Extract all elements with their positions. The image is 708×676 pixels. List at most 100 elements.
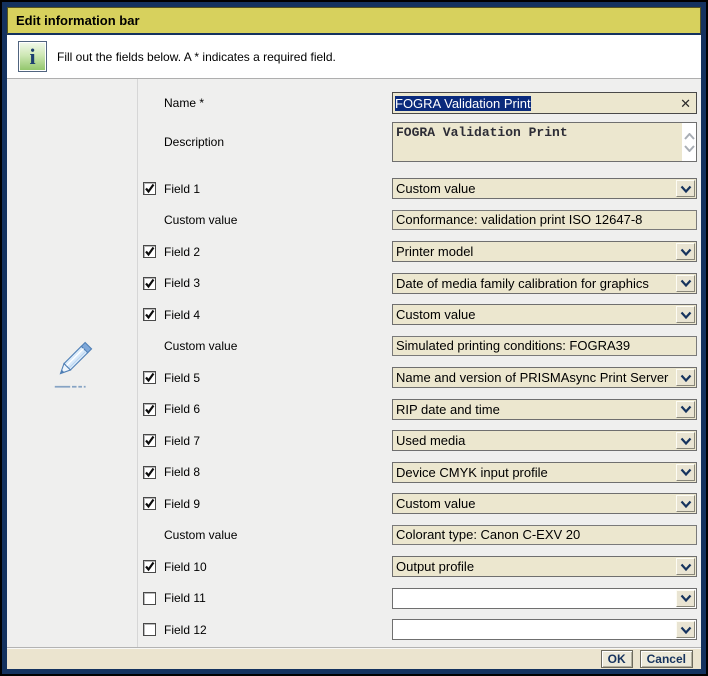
dropdown-value: Custom value xyxy=(393,496,676,511)
scroll-down-icon[interactable] xyxy=(684,145,695,152)
field-row: Field 9 Custom value xyxy=(138,488,701,520)
description-scrollbar[interactable] xyxy=(682,123,696,161)
custom-value-input[interactable]: Simulated printing conditions: FOGRA39 xyxy=(392,336,697,356)
row-label-group: Field 7 xyxy=(138,434,392,448)
dropdown-value: Device CMYK input profile xyxy=(393,465,676,480)
info-bar: i Fill out the fields below. A * indicat… xyxy=(7,35,701,79)
field-row: Field 11 xyxy=(138,583,701,615)
dropdown-arrow-button[interactable] xyxy=(676,275,695,292)
dropdown-arrow-button[interactable] xyxy=(676,401,695,418)
description-value: FOGRA Validation Print xyxy=(393,123,682,161)
row-label-group: Field 8 xyxy=(138,465,392,479)
field-2-checkbox[interactable] xyxy=(143,245,156,258)
name-value: FOGRA Validation Print xyxy=(395,96,680,111)
field-7-checkbox[interactable] xyxy=(143,434,156,447)
row-label-group: Field 5 xyxy=(138,371,392,385)
dropdown-arrow-button[interactable] xyxy=(676,558,695,575)
name-row: Name * FOGRA Validation Print ✕ xyxy=(138,91,701,115)
dropdown-arrow-button[interactable] xyxy=(676,464,695,481)
field-6-label: Field 6 xyxy=(164,402,200,416)
chevron-down-icon xyxy=(680,311,692,319)
field-5-dropdown[interactable]: Name and version of PRISMAsync Print Ser… xyxy=(392,367,697,388)
dropdown-arrow-button[interactable] xyxy=(676,369,695,386)
row-label-group: Field 10 xyxy=(138,560,392,574)
field-9-checkbox[interactable] xyxy=(143,497,156,510)
dropdown-arrow-button[interactable] xyxy=(676,243,695,260)
field-12-checkbox[interactable] xyxy=(143,623,156,636)
field-8-checkbox[interactable] xyxy=(143,466,156,479)
field-4-checkbox[interactable] xyxy=(143,308,156,321)
dropdown-value: Custom value xyxy=(393,307,676,322)
form-content: Name * FOGRA Validation Print ✕ Descript… xyxy=(7,79,701,647)
field-3-dropdown[interactable]: Date of media family calibration for gra… xyxy=(392,273,697,294)
row-label-group: Custom value xyxy=(138,339,392,353)
field-8-dropdown[interactable]: Device CMYK input profile xyxy=(392,462,697,483)
field-11-checkbox[interactable] xyxy=(143,592,156,605)
row-label-group: Field 1 xyxy=(138,182,392,196)
field-10-checkbox[interactable] xyxy=(143,560,156,573)
dialog-inner: Edit information bar i Fill out the fiel… xyxy=(7,7,701,669)
custom-value-row: Custom value Simulated printing condition… xyxy=(138,331,701,363)
field-4-dropdown[interactable]: Custom value xyxy=(392,304,697,325)
dropdown-arrow-button[interactable] xyxy=(676,306,695,323)
row-label-group: Field 6 xyxy=(138,402,392,416)
dropdown-arrow-button[interactable] xyxy=(676,180,695,197)
field-9-label: Field 9 xyxy=(164,497,200,511)
check-icon xyxy=(144,561,155,572)
check-icon xyxy=(144,435,155,446)
chevron-down-icon xyxy=(680,279,692,287)
chevron-down-icon xyxy=(680,626,692,634)
field-4-label: Field 4 xyxy=(164,308,200,322)
custom-value-row: Custom valueConformance: validation prin… xyxy=(138,205,701,237)
dropdown-arrow-button[interactable] xyxy=(676,432,695,449)
cancel-button[interactable]: Cancel xyxy=(640,650,693,668)
name-label: Name * xyxy=(138,96,392,110)
chevron-down-icon xyxy=(680,374,692,382)
info-message: Fill out the fields below. A * indicates… xyxy=(57,50,336,64)
field-3-checkbox[interactable] xyxy=(143,277,156,290)
field-11-dropdown[interactable] xyxy=(392,588,697,609)
form-fields: Name * FOGRA Validation Print ✕ Descript… xyxy=(138,79,701,647)
field-1-checkbox[interactable] xyxy=(143,182,156,195)
chevron-down-icon xyxy=(680,563,692,571)
field-row: Field 10 Output profile xyxy=(138,551,701,583)
row-label-group: Field 11 xyxy=(138,591,392,605)
row-label-group: Field 9 xyxy=(138,497,392,511)
chevron-down-icon xyxy=(680,248,692,256)
field-10-label: Field 10 xyxy=(164,560,207,574)
field-10-dropdown[interactable]: Output profile xyxy=(392,556,697,577)
row-label-group: Field 12 xyxy=(138,623,392,637)
dropdown-value: RIP date and time xyxy=(393,402,676,417)
edit-information-bar-dialog: Edit information bar i Fill out the fiel… xyxy=(0,0,708,676)
check-icon xyxy=(144,498,155,509)
field-6-checkbox[interactable] xyxy=(143,403,156,416)
ok-button[interactable]: OK xyxy=(601,650,633,668)
dropdown-value: Name and version of PRISMAsync Print Ser… xyxy=(393,370,676,385)
chevron-down-icon xyxy=(680,468,692,476)
field-5-checkbox[interactable] xyxy=(143,371,156,384)
field-7-dropdown[interactable]: Used media xyxy=(392,430,697,451)
field-rows: Field 1Custom valueCustom valueConforman… xyxy=(138,173,701,646)
field-9-dropdown[interactable]: Custom value xyxy=(392,493,697,514)
field-1-dropdown[interactable]: Custom value xyxy=(392,178,697,199)
custom-value-label: Custom value xyxy=(164,339,237,353)
chevron-down-icon xyxy=(680,594,692,602)
info-icon-glyph: i xyxy=(29,44,35,70)
field-5-label: Field 5 xyxy=(164,371,200,385)
dropdown-arrow-button[interactable] xyxy=(676,590,695,607)
dropdown-arrow-button[interactable] xyxy=(676,495,695,512)
custom-value-input[interactable]: Colorant type: Canon C-EXV 20 xyxy=(392,525,697,545)
field-row: Field 3Date of media family calibration … xyxy=(138,268,701,300)
field-2-dropdown[interactable]: Printer model xyxy=(392,241,697,262)
clear-icon[interactable]: ✕ xyxy=(680,97,691,110)
field-7-label: Field 7 xyxy=(164,434,200,448)
name-input[interactable]: FOGRA Validation Print ✕ xyxy=(392,92,697,114)
custom-value-input[interactable]: Conformance: validation print ISO 12647-… xyxy=(392,210,697,230)
custom-value-row: Custom valueColorant type: Canon C-EXV 2… xyxy=(138,520,701,552)
field-6-dropdown[interactable]: RIP date and time xyxy=(392,399,697,420)
description-textarea[interactable]: FOGRA Validation Print xyxy=(392,122,697,162)
row-label-group: Field 2 xyxy=(138,245,392,259)
dropdown-arrow-button[interactable] xyxy=(676,621,695,638)
scroll-up-icon[interactable] xyxy=(684,133,695,140)
field-12-dropdown[interactable] xyxy=(392,619,697,640)
